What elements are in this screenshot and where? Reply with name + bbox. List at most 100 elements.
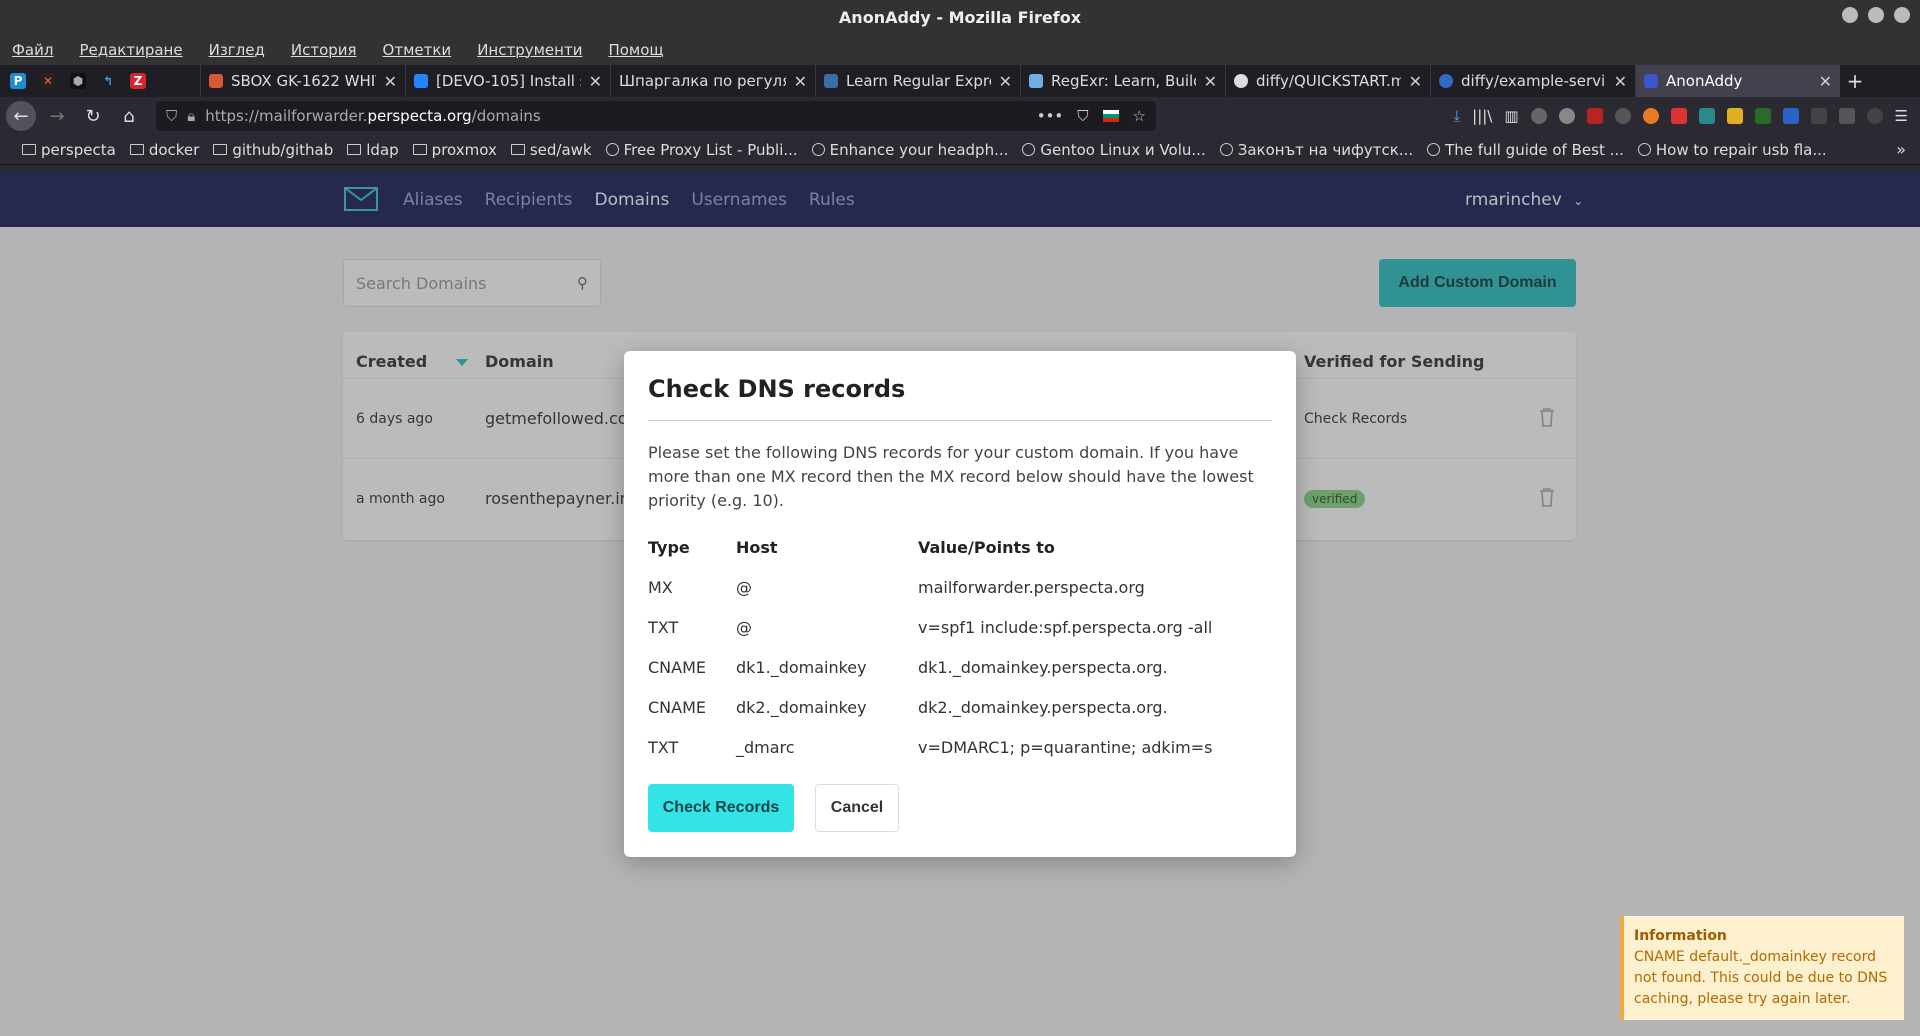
extension-icon[interactable]	[1866, 108, 1883, 124]
download-icon[interactable]: ⤓	[1454, 107, 1461, 125]
globe-icon	[1427, 143, 1441, 156]
shield-icon[interactable]: ⛉	[166, 107, 177, 125]
extension-icon[interactable]	[1670, 108, 1687, 124]
tab-favicon-icon	[209, 74, 223, 88]
lock-icon[interactable]: 🔒︎	[187, 107, 195, 125]
more-bookmarks-icon[interactable]: »	[1896, 140, 1906, 159]
folder-icon	[510, 144, 525, 155]
library-icon[interactable]: |||\	[1472, 107, 1492, 125]
cancel-button[interactable]: Cancel	[815, 784, 899, 832]
info-notification[interactable]: Information CNAME default._domainkey rec…	[1620, 916, 1904, 1020]
bookmark-folder[interactable]: sed/awk	[510, 141, 592, 159]
reload-button[interactable]: ↻	[78, 101, 108, 131]
bookmark-link[interactable]: Free Proxy List - Publi...	[605, 141, 798, 159]
minimize-button[interactable]	[1842, 7, 1858, 23]
tab-close-icon[interactable]: ✕	[589, 72, 602, 91]
menu-help[interactable]: Помощ	[608, 41, 663, 59]
folder-icon	[412, 144, 427, 155]
window-controls	[1842, 7, 1910, 23]
home-button[interactable]: ⌂	[114, 101, 144, 131]
bookmark-folder[interactable]: github/githab	[213, 141, 333, 159]
tab-devo-105[interactable]: [DEVO-105] Install sel ✕	[405, 65, 610, 97]
globe-icon	[1637, 143, 1651, 156]
tab-close-icon[interactable]: ✕	[1409, 72, 1422, 91]
bitwarden-icon[interactable]	[1782, 108, 1799, 124]
extension-icon[interactable]	[1642, 108, 1659, 124]
extension-icon[interactable]	[1614, 108, 1631, 124]
bookmark-link[interactable]: Законът на чифутск...	[1219, 141, 1413, 159]
bookmark-folder[interactable]: ldap	[347, 141, 399, 159]
tab-sbox[interactable]: SBOX GK-1622 WHITE ✕	[200, 65, 405, 97]
back-button[interactable]: ←	[6, 101, 36, 131]
dns-record-row: CNAME dk1._domainkey dk1._domainkey.pers…	[648, 647, 1272, 687]
record-host: @	[736, 617, 752, 637]
bookmark-link[interactable]: Enhance your headph...	[811, 140, 1009, 159]
menu-history[interactable]: История	[291, 41, 357, 59]
tab-diffy-quickstart[interactable]: diffy/QUICKSTART.md ✕	[1225, 65, 1430, 97]
record-host: @	[736, 577, 752, 597]
extension-icon[interactable]	[1530, 108, 1547, 124]
close-window-button[interactable]	[1894, 7, 1910, 23]
hamburger-menu-icon[interactable]: ☰	[1895, 107, 1908, 125]
menu-tools[interactable]: Инструменти	[477, 41, 582, 59]
tab-label: Шпаргалка по регулярн	[619, 72, 786, 90]
bookmark-folder[interactable]: docker	[129, 140, 200, 159]
tab-close-icon[interactable]: ✕	[794, 72, 807, 91]
forward-button[interactable]: →	[42, 101, 72, 131]
page-actions-icon[interactable]: •••	[1037, 107, 1064, 125]
bookmark-label: How to repair usb fla...	[1655, 140, 1827, 159]
pinned-tab-arrow-icon[interactable]: ↰	[100, 73, 116, 89]
menu-edit[interactable]: Редактиране	[79, 41, 182, 59]
extension-icon[interactable]	[1810, 108, 1827, 124]
bookmark-label: github/githab	[232, 140, 334, 159]
extension-icon[interactable]	[1838, 108, 1855, 124]
menu-file[interactable]: Файл	[12, 41, 53, 59]
ublock-icon[interactable]	[1586, 108, 1603, 124]
pocket-icon[interactable]: ⛉	[1077, 107, 1088, 125]
maximize-button[interactable]	[1868, 7, 1884, 23]
extension-icon[interactable]	[1726, 108, 1743, 124]
extension-icon[interactable]	[1754, 108, 1771, 124]
pinned-tab-x-icon[interactable]: ✕	[40, 73, 56, 89]
bookmark-link[interactable]: The full guide of Best ...	[1427, 141, 1624, 159]
bookmark-folder[interactable]: perspecta	[22, 141, 116, 159]
sidebar-icon[interactable]: ▥	[1504, 107, 1518, 125]
pinned-tab-p-icon[interactable]: P	[10, 73, 26, 89]
folder-icon	[213, 144, 228, 155]
bookmark-label: The full guide of Best ...	[1445, 140, 1624, 159]
tab-anonaddy[interactable]: AnonAddy ✕	[1635, 65, 1840, 97]
tab-close-icon[interactable]: ✕	[1819, 72, 1832, 91]
tab-learn-regex[interactable]: Learn Regular Expres ✕	[815, 65, 1020, 97]
tab-regex-cheatsheet[interactable]: Шпаргалка по регулярн ✕	[610, 65, 815, 97]
url-text: https://mailforwarder.perspecta.org/doma…	[205, 107, 540, 125]
record-host: _dmarc	[736, 737, 795, 757]
bookmark-label: Enhance your headph...	[829, 140, 1009, 159]
pinned-tab-z-icon[interactable]: Z	[130, 73, 146, 89]
bookmark-label: Gentoo Linux и Volu...	[1040, 140, 1206, 159]
check-records-button[interactable]: Check Records	[648, 784, 794, 832]
bookmark-folder[interactable]: proxmox	[412, 141, 497, 159]
tab-close-icon[interactable]: ✕	[1614, 72, 1627, 91]
menu-bookmarks[interactable]: Отметки	[383, 41, 452, 59]
extension-icon[interactable]	[1698, 108, 1715, 124]
pinned-tab-hex-icon[interactable]: ⬢	[70, 73, 86, 89]
menu-view[interactable]: Изглед	[209, 41, 265, 59]
bulgaria-flag-icon[interactable]	[1102, 110, 1119, 122]
tab-diffy-example[interactable]: diffy/example-service ✕	[1430, 65, 1635, 97]
tab-regexr[interactable]: RegExr: Learn, Build, ✕	[1020, 65, 1225, 97]
url-prefix: https://mailforwarder.	[205, 107, 368, 125]
bookmark-link[interactable]: How to repair usb fla...	[1637, 140, 1827, 159]
star-icon[interactable]: ☆	[1133, 107, 1146, 125]
bookmark-link[interactable]: Gentoo Linux и Volu...	[1022, 140, 1206, 159]
anonaddy-favicon-icon	[1644, 74, 1658, 88]
tab-close-icon[interactable]: ✕	[384, 72, 397, 91]
tab-close-icon[interactable]: ✕	[999, 72, 1012, 91]
url-bar[interactable]: ⛉ 🔒︎ https://mailforwarder.perspecta.org…	[156, 101, 1156, 131]
dns-record-row: MX @ mailforwarder.perspecta.org	[648, 567, 1272, 607]
modal-divider	[648, 420, 1272, 421]
new-tab-button[interactable]: +	[1840, 65, 1870, 97]
extension-icon[interactable]	[1558, 108, 1575, 124]
bookmark-label: docker	[148, 140, 200, 159]
record-type: CNAME	[648, 697, 706, 717]
tab-close-icon[interactable]: ✕	[1204, 72, 1217, 91]
